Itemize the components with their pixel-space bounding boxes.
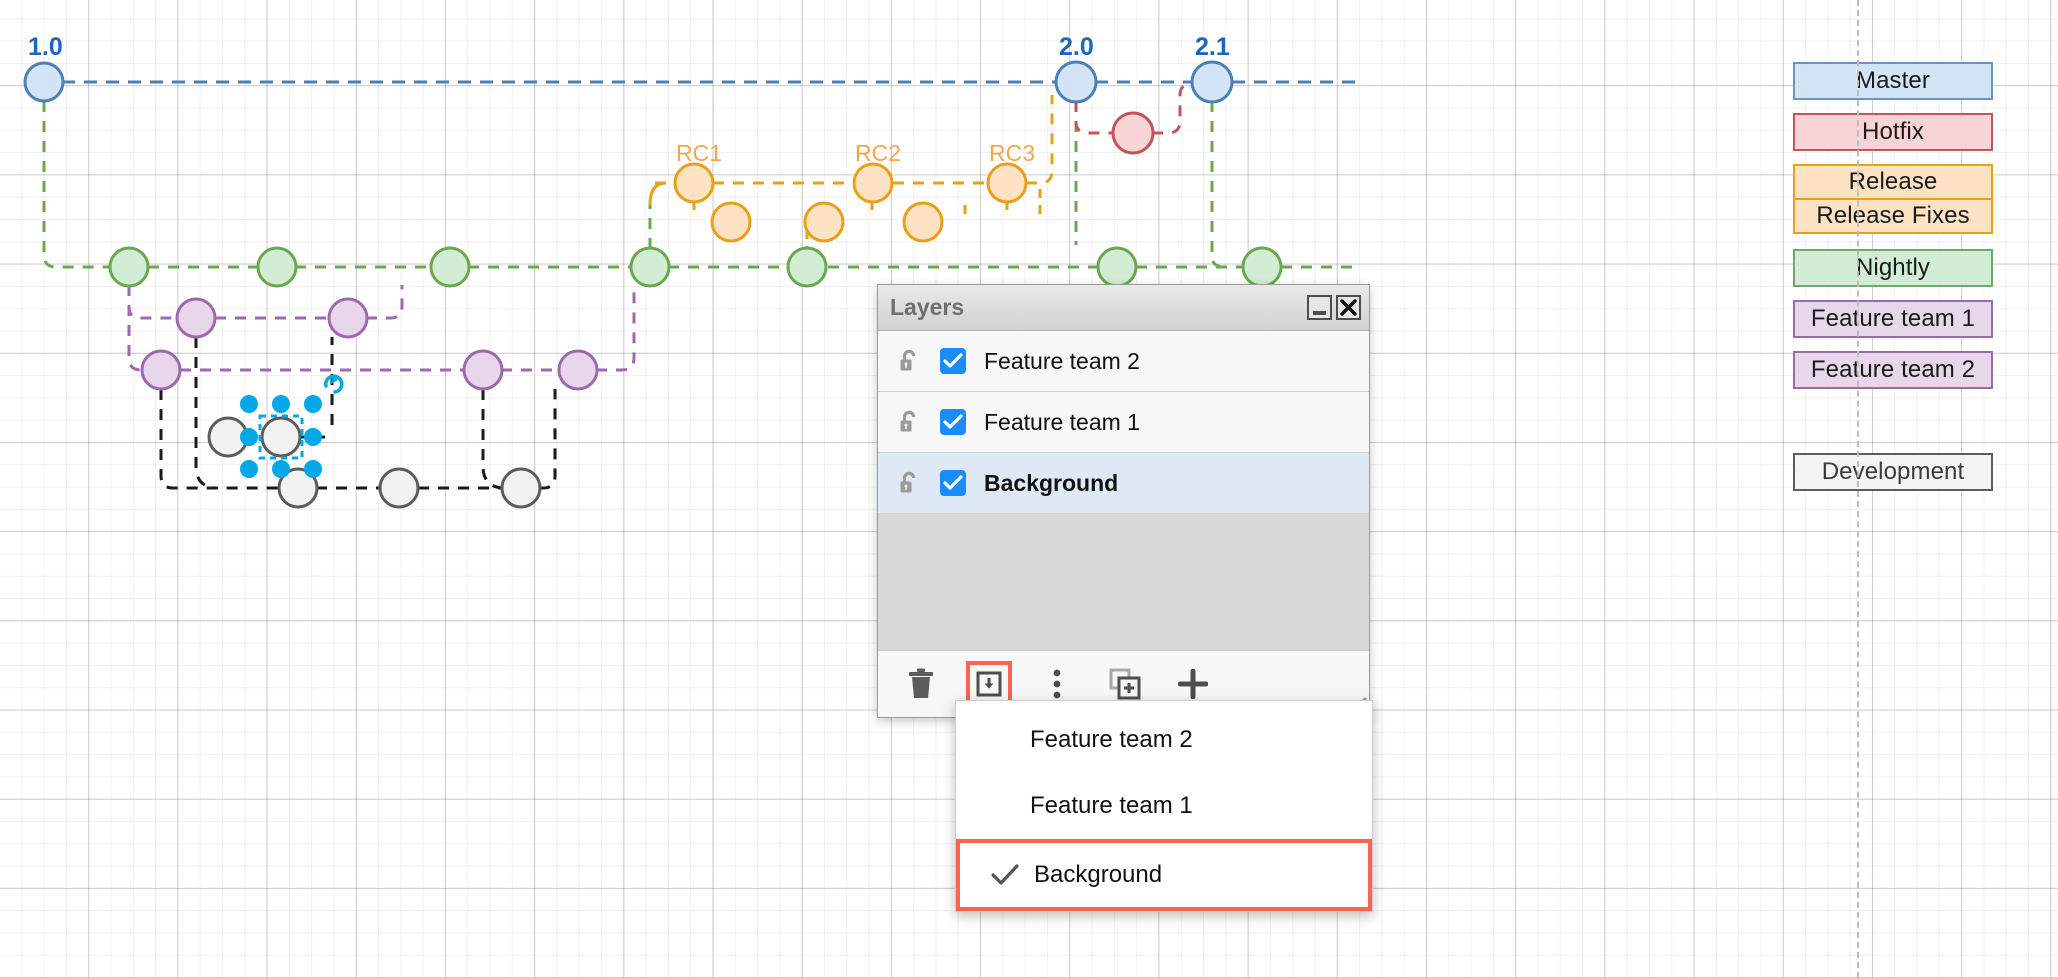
rc-label-rc1: RC1 xyxy=(676,140,722,167)
branch-label-release[interactable]: Release xyxy=(1793,164,1993,199)
rc-label-rc2: RC2 xyxy=(855,140,901,167)
layer-row[interactable]: Feature team 1 xyxy=(878,392,1369,453)
layer-row[interactable]: Feature team 2 xyxy=(878,331,1369,392)
branch-label-hotfix[interactable]: Hotfix xyxy=(1793,113,1993,151)
page-break-line xyxy=(1857,0,1859,978)
menu-item-feature-team-2[interactable]: Feature team 2 xyxy=(956,707,1372,773)
menu-item-label: Background xyxy=(1034,861,1162,889)
layer-name: Background xyxy=(984,470,1118,497)
move-to-layer-menu[interactable]: Feature team 2 Feature team 1 Background xyxy=(955,700,1373,912)
layer-name: Feature team 1 xyxy=(984,409,1140,436)
menu-item-feature-team-1[interactable]: Feature team 1 xyxy=(956,773,1372,839)
checkmark-icon xyxy=(990,863,1026,887)
layers-window-title: Layers xyxy=(890,294,1303,321)
menu-item-label: Feature team 1 xyxy=(1030,792,1193,820)
rc-label-rc3: RC3 xyxy=(989,140,1035,167)
layer-visibility-checkbox[interactable] xyxy=(940,348,966,374)
version-label-2-1: 2.1 xyxy=(1195,33,1230,62)
layers-list[interactable]: Feature team 2 Feature team 1 xyxy=(878,331,1369,651)
branch-label-nightly[interactable]: Nightly xyxy=(1793,249,1993,287)
unlock-icon[interactable] xyxy=(894,468,924,498)
trash-icon[interactable] xyxy=(898,661,944,707)
version-label-1-0: 1.0 xyxy=(28,33,63,62)
branch-label-feature-team-1[interactable]: Feature team 1 xyxy=(1793,300,1993,338)
menu-item-label: Feature team 2 xyxy=(1030,726,1193,754)
layers-window[interactable]: Layers Feature team 2 xyxy=(877,284,1370,718)
close-icon[interactable] xyxy=(1336,295,1361,320)
branch-label-master[interactable]: Master xyxy=(1793,62,1993,100)
branch-label-release-fixes[interactable]: Release Fixes xyxy=(1793,199,1993,234)
layer-row-selected[interactable]: Background xyxy=(878,453,1369,514)
minimize-icon[interactable] xyxy=(1307,295,1332,320)
branch-label-feature-team-2[interactable]: Feature team 2 xyxy=(1793,351,1993,389)
layer-name: Feature team 2 xyxy=(984,348,1140,375)
version-label-2-0: 2.0 xyxy=(1059,33,1094,62)
menu-item-background[interactable]: Background xyxy=(956,839,1372,911)
layer-visibility-checkbox[interactable] xyxy=(940,409,966,435)
layer-visibility-checkbox[interactable] xyxy=(940,470,966,496)
branch-label-development[interactable]: Development xyxy=(1793,453,1993,491)
unlock-icon[interactable] xyxy=(894,346,924,376)
unlock-icon[interactable] xyxy=(894,407,924,437)
layers-window-titlebar[interactable]: Layers xyxy=(878,285,1369,331)
